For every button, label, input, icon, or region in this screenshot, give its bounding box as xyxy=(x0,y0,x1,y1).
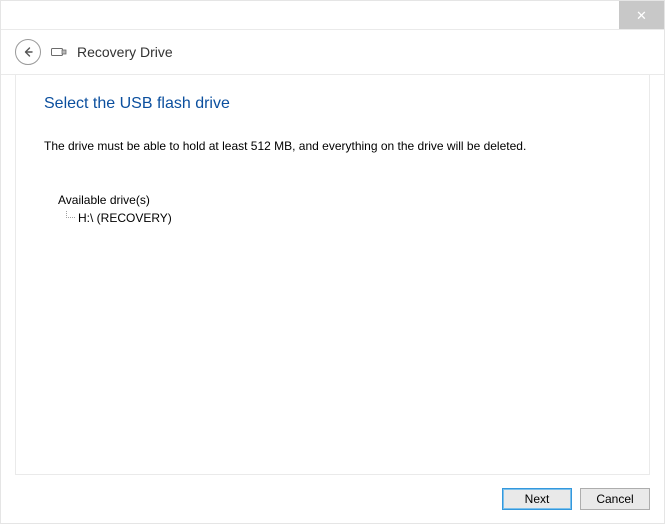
drive-label: H:\ (RECOVERY) xyxy=(78,211,172,225)
tree-connector-icon xyxy=(66,211,75,218)
back-button[interactable] xyxy=(15,39,41,65)
titlebar: ✕ xyxy=(1,1,664,30)
recovery-drive-window: ✕ Recovery Drive Select the USB flash dr… xyxy=(0,0,665,524)
wizard-content: Select the USB flash drive The drive mus… xyxy=(15,74,650,475)
wizard-header: Recovery Drive xyxy=(1,30,664,75)
close-button[interactable]: ✕ xyxy=(619,1,664,29)
page-heading: Select the USB flash drive xyxy=(44,95,621,113)
app-title: Recovery Drive xyxy=(77,44,173,60)
drive-list-item[interactable]: H:\ (RECOVERY) xyxy=(66,211,621,225)
next-button[interactable]: Next xyxy=(502,488,572,510)
instruction-text: The drive must be able to hold at least … xyxy=(44,139,621,153)
available-drives-label: Available drive(s) xyxy=(58,193,621,207)
wizard-footer: Next Cancel xyxy=(1,475,664,523)
arrow-left-icon xyxy=(21,45,35,59)
drive-list: H:\ (RECOVERY) xyxy=(66,211,621,225)
close-icon: ✕ xyxy=(636,9,647,22)
usb-drive-icon xyxy=(51,47,67,57)
cancel-button[interactable]: Cancel xyxy=(580,488,650,510)
